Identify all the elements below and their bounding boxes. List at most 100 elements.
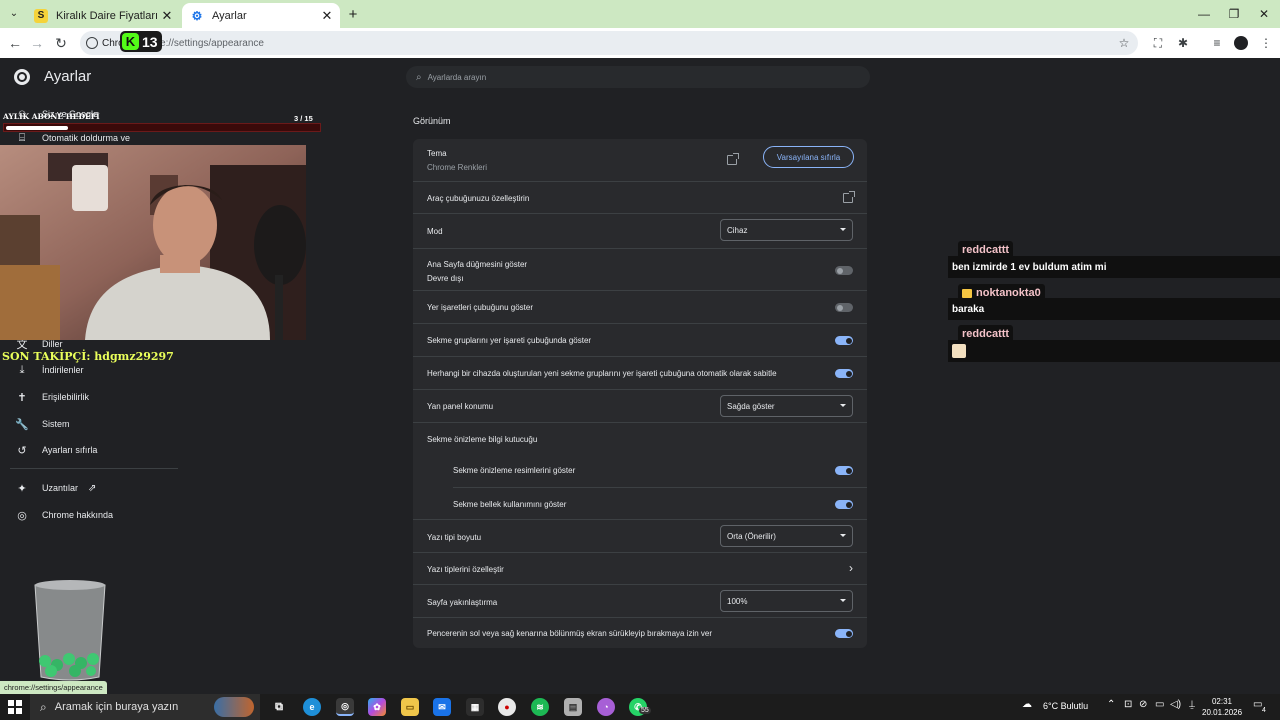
tab-groups-toggle[interactable] xyxy=(835,336,853,345)
hover-memory-row[interactable]: Sekme bellek kullanımını göster xyxy=(453,487,867,519)
browser-app-icon[interactable]: ◔ xyxy=(597,698,615,716)
select-value: 100% xyxy=(727,596,748,606)
page-zoom-select[interactable]: 100% xyxy=(720,590,853,612)
sidebar-item-accessibility[interactable]: ✝ Erişilebilirlik xyxy=(14,387,89,407)
tray-unknown-icon[interactable]: ⊘ xyxy=(1139,699,1147,710)
font-size-row: Yazı tipi boyutu Orta (Önerilir) xyxy=(413,519,867,552)
page-title: Ayarlar xyxy=(44,68,92,85)
tray-app-icon[interactable]: ⊡ xyxy=(1124,699,1132,710)
chrome-icon: ◎ xyxy=(17,509,27,522)
tab-close-icon[interactable]: ✕ xyxy=(318,8,336,24)
kick-logo-icon: K xyxy=(122,33,139,50)
font-size-label: Yazı tipi boyutu xyxy=(427,533,482,542)
weather-text[interactable]: 6°C Bulutlu xyxy=(1043,701,1088,711)
sidebar-item-reset[interactable]: ↺ Ayarları sıfırla xyxy=(14,440,97,460)
tab-search-chevron-icon[interactable]: ⌄ xyxy=(4,4,24,22)
windows-taskbar: ⌕ Aramak için buraya yazın ⧉ e ◎ ✿ ▭ ✉ ▦… xyxy=(0,694,1280,720)
network-icon[interactable]: ▭ xyxy=(1155,699,1164,710)
customize-fonts-row[interactable]: Yazı tiplerini özelleştir › xyxy=(413,552,867,584)
clock-time: 02:31 xyxy=(1211,697,1233,706)
side-panel-select[interactable]: Sağda göster xyxy=(720,395,853,417)
split-drag-toggle[interactable] xyxy=(835,629,853,638)
chat-message: baraka xyxy=(948,298,1280,320)
open-theme-icon[interactable] xyxy=(727,153,739,165)
section-title: Görünüm xyxy=(413,116,451,126)
forward-arrow-icon[interactable]: → xyxy=(28,34,46,52)
microphone-icon[interactable]: ⍊ xyxy=(1189,699,1195,710)
auto-pin-row[interactable]: Herhangi bir cihazda oluşturulan yeni se… xyxy=(413,356,867,389)
task-view-icon[interactable]: ⧉ xyxy=(270,698,288,716)
media-controls-icon[interactable]: ≡ xyxy=(1209,35,1225,51)
home-button-row[interactable]: Ana Sayfa düğmesini göster Devre dışı xyxy=(413,248,867,290)
viewer-count: 13 xyxy=(142,33,158,50)
home-button-toggle[interactable] xyxy=(835,266,853,275)
tab-ayarlar[interactable]: ⚙ Ayarlar ✕ xyxy=(182,3,340,28)
hover-card-row: Sekme önizleme bilgi kutucuğu xyxy=(413,422,867,455)
customize-toolbar-row[interactable]: Araç çubuğunuzu özelleştirin xyxy=(413,181,867,213)
hover-card-label: Sekme önizleme bilgi kutucuğu xyxy=(427,435,538,444)
copilot-icon[interactable]: ✿ xyxy=(368,698,386,716)
theme-row[interactable]: Tema Chrome Renkleri Varsayılana sıfırla xyxy=(413,139,867,181)
volume-icon[interactable]: ◁) xyxy=(1170,699,1181,710)
split-drag-row[interactable]: Pencerenin sol veya sağ kenarına bölünmü… xyxy=(413,617,867,648)
reset-theme-button[interactable]: Varsayılana sıfırla xyxy=(763,146,854,168)
sidebar-item-system[interactable]: 🔧 Sistem xyxy=(14,414,70,434)
close-window-button[interactable]: ✕ xyxy=(1246,4,1280,24)
cup-image xyxy=(34,580,106,681)
bookmark-star-icon[interactable]: ☆ xyxy=(1116,35,1132,51)
obs-icon[interactable]: ● xyxy=(498,698,516,716)
hover-memory-toggle[interactable] xyxy=(835,500,853,509)
emote-icon xyxy=(952,344,966,358)
sidebar-item-extensions[interactable]: ✦ Uzantılar ⇗ xyxy=(14,478,96,498)
windows-start-icon[interactable] xyxy=(8,700,22,714)
bookmarks-bar-toggle[interactable] xyxy=(835,303,853,312)
weather-cloud-icon[interactable]: ☁ xyxy=(1022,699,1032,710)
reload-icon[interactable]: ↻ xyxy=(52,34,70,52)
taskbar-search-input[interactable]: ⌕ Aramak için buraya yazın xyxy=(30,694,260,720)
file-explorer-icon[interactable]: ▭ xyxy=(401,698,419,716)
caret-down-icon xyxy=(840,228,846,231)
address-bar[interactable]: Chrom e://settings/appearance xyxy=(80,31,1138,55)
webcam-image xyxy=(0,145,306,340)
tab-groups-row[interactable]: Sekme gruplarını yer işareti çubuğunda g… xyxy=(413,323,867,356)
tab-title: Ayarlar xyxy=(212,9,247,22)
mode-select[interactable]: Cihaz xyxy=(720,219,853,241)
hover-images-toggle[interactable] xyxy=(835,466,853,475)
sidebar-item-downloads[interactable]: ⤓ İndirilenler xyxy=(14,360,84,380)
spotify-icon[interactable]: ≋ xyxy=(531,698,549,716)
app-window-icon[interactable]: ▤ xyxy=(564,698,582,716)
screenshot-extension-icon[interactable]: ⛶ xyxy=(1150,35,1166,51)
tray-chevron-up-icon[interactable]: ⌃ xyxy=(1107,699,1115,710)
chrome-taskbar-icon[interactable]: ◎ xyxy=(336,698,354,716)
more-menu-icon[interactable]: ⋮ xyxy=(1258,35,1274,51)
subscriber-goal-label: AYLIK ABONE HEDEFİ xyxy=(3,112,100,121)
edge-icon[interactable]: e xyxy=(303,698,321,716)
extensions-puzzle-icon[interactable]: ✱ xyxy=(1175,35,1191,51)
store-icon[interactable]: ▦ xyxy=(466,698,484,716)
avatar xyxy=(1234,36,1248,50)
accessibility-icon: ✝ xyxy=(17,391,27,404)
open-external-icon: ⇗ xyxy=(88,482,97,494)
back-arrow-icon[interactable]: ← xyxy=(6,34,24,52)
auto-pin-toggle[interactable] xyxy=(835,369,853,378)
browser-toolbar: ← → ↻ Chrom e://settings/appearance ☆ ⛶ … xyxy=(0,28,1280,58)
new-tab-button[interactable]: + xyxy=(344,5,362,23)
sidebar-item-label: Sistem xyxy=(42,419,70,429)
tab-close-icon[interactable]: ✕ xyxy=(158,8,176,24)
sidebar-item-label: Uzantılar xyxy=(42,483,79,493)
subscriber-cup-graphic xyxy=(33,579,107,681)
profile-avatar[interactable] xyxy=(1233,35,1249,51)
settings-search-input[interactable]: ⌕ Ayarlarda arayın xyxy=(406,66,870,88)
sidebar-item-label: Otomatik doldurma ve xyxy=(42,133,131,143)
hover-images-label: Sekme önizleme resimlerini göster xyxy=(453,466,576,475)
sidebar-item-about-chrome[interactable]: ◎ Chrome hakkında xyxy=(14,505,113,525)
search-highlight-icon xyxy=(214,697,254,717)
home-button-sub: Devre dışı xyxy=(427,274,464,283)
font-size-select[interactable]: Orta (Önerilir) xyxy=(720,525,853,547)
bookmarks-bar-row[interactable]: Yer işaretleri çubuğunu göster xyxy=(413,290,867,323)
mail-icon[interactable]: ✉ xyxy=(433,698,451,716)
taskbar-clock[interactable]: 02:31 20.01.2026 xyxy=(1202,696,1242,718)
hover-images-row[interactable]: Sekme önizleme resimlerini göster xyxy=(413,455,867,487)
customize-fonts-label: Yazı tiplerini özelleştir xyxy=(427,565,504,574)
tab-kiralik-daire[interactable]: S Kiralık Daire Fiyatları ve Kiralık Ev … xyxy=(26,3,180,28)
